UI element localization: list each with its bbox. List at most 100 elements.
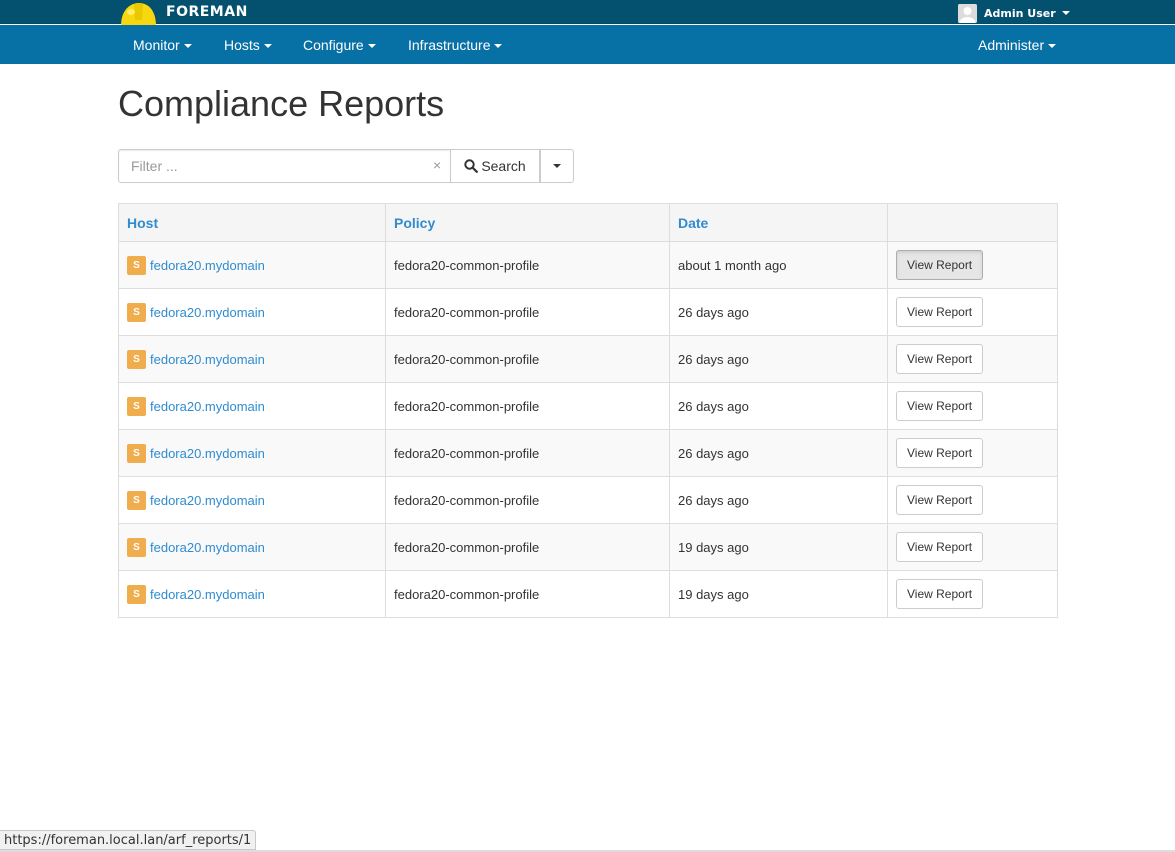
status-badge: S	[127, 490, 146, 510]
status-badge: S	[127, 255, 146, 275]
view-report-button[interactable]: View Report	[896, 532, 984, 562]
status-badge: S	[127, 537, 146, 557]
compliance-reports-table: Host Policy Date Sfedora20.mydomain fedo…	[118, 203, 1058, 618]
clear-filter-icon[interactable]: ×	[433, 157, 441, 173]
host-cell: Sfedora20.mydomain	[118, 241, 386, 289]
nav-item-monitor[interactable]: Monitor	[133, 25, 192, 64]
host-link[interactable]: fedora20.mydomain	[150, 399, 265, 414]
host-link[interactable]: fedora20.mydomain	[150, 446, 265, 461]
column-header-policy: Policy	[385, 203, 670, 242]
policy-cell: fedora20-common-profile	[385, 476, 670, 524]
date-cell: 26 days ago	[669, 335, 888, 383]
nav-item-configure[interactable]: Configure	[303, 25, 376, 64]
view-report-button[interactable]: View Report	[896, 485, 984, 515]
view-report-button[interactable]: View Report	[896, 391, 984, 421]
search-dropdown-button[interactable]	[540, 149, 574, 183]
action-cell: View Report	[887, 570, 1058, 618]
search-icon	[464, 159, 479, 173]
brand-name[interactable]: FOREMAN	[166, 4, 248, 20]
host-link[interactable]: fedora20.mydomain	[150, 493, 265, 508]
nav-item-label: Administer	[978, 37, 1045, 53]
main-nav: Monitor Hosts Configure Infrastructure A…	[0, 25, 1175, 64]
chevron-down-icon	[263, 44, 272, 49]
top-bar: FOREMAN Admin User	[0, 0, 1175, 32]
date-cell: 26 days ago	[669, 476, 888, 524]
table-header-row: Host Policy Date	[118, 203, 1058, 242]
view-report-button[interactable]: View Report	[896, 297, 984, 327]
policy-cell: fedora20-common-profile	[385, 429, 670, 477]
nav-item-administer[interactable]: Administer	[978, 25, 1057, 64]
nav-item-infrastructure[interactable]: Infrastructure	[408, 25, 503, 64]
status-badge: S	[127, 584, 146, 604]
policy-cell: fedora20-common-profile	[385, 570, 670, 618]
status-badge: S	[127, 396, 146, 416]
search-button[interactable]: Search	[451, 149, 540, 183]
table-row: Sfedora20.mydomain fedora20-common-profi…	[118, 288, 1058, 336]
column-header-host: Host	[118, 203, 386, 242]
host-link[interactable]: fedora20.mydomain	[150, 305, 265, 320]
host-link[interactable]: fedora20.mydomain	[150, 352, 265, 367]
nav-item-label: Monitor	[133, 37, 180, 53]
policy-cell: fedora20-common-profile	[385, 241, 670, 289]
user-avatar-icon	[958, 3, 977, 23]
action-cell: View Report	[887, 335, 1058, 383]
link-preview-url: https://foreman.local.lan/arf_reports/1	[0, 830, 257, 850]
nav-item-label: Hosts	[224, 37, 260, 53]
date-cell: 26 days ago	[669, 288, 888, 336]
filter-input[interactable]	[118, 149, 451, 183]
chevron-down-icon	[183, 44, 192, 49]
host-link[interactable]: fedora20.mydomain	[150, 587, 265, 602]
date-cell: 19 days ago	[669, 570, 888, 618]
action-cell: View Report	[887, 288, 1058, 336]
policy-cell: fedora20-common-profile	[385, 523, 670, 571]
chevron-down-icon	[1048, 44, 1057, 49]
action-cell: View Report	[887, 523, 1058, 571]
nav-item-hosts[interactable]: Hosts	[224, 25, 272, 64]
policy-cell: fedora20-common-profile	[385, 382, 670, 430]
sort-date-link[interactable]: Date	[678, 215, 708, 231]
action-cell: View Report	[887, 241, 1058, 289]
table-row: Sfedora20.mydomain fedora20-common-profi…	[118, 523, 1058, 571]
status-badge: S	[127, 443, 146, 463]
page-title: Compliance Reports	[118, 83, 445, 124]
sort-policy-link[interactable]: Policy	[394, 215, 435, 231]
view-report-button[interactable]: View Report	[896, 579, 984, 609]
host-cell: Sfedora20.mydomain	[118, 570, 386, 618]
host-cell: Sfedora20.mydomain	[118, 476, 386, 524]
table-row: Sfedora20.mydomain fedora20-common-profi…	[118, 335, 1058, 383]
chevron-down-icon	[367, 44, 376, 49]
host-link[interactable]: fedora20.mydomain	[150, 258, 265, 273]
sort-host-link[interactable]: Host	[127, 215, 158, 231]
host-cell: Sfedora20.mydomain	[118, 288, 386, 336]
table-row: Sfedora20.mydomain fedora20-common-profi…	[118, 476, 1058, 524]
user-menu[interactable]: Admin User	[958, 3, 1070, 23]
host-cell: Sfedora20.mydomain	[118, 335, 386, 383]
view-report-button[interactable]: View Report	[896, 250, 984, 280]
search-bar: × Search	[118, 149, 574, 183]
policy-cell: fedora20-common-profile	[385, 288, 670, 336]
table-row: Sfedora20.mydomain fedora20-common-profi…	[118, 382, 1058, 430]
date-cell: 19 days ago	[669, 523, 888, 571]
column-header-date: Date	[669, 203, 888, 242]
date-cell: 26 days ago	[669, 382, 888, 430]
host-cell: Sfedora20.mydomain	[118, 523, 386, 571]
chevron-down-icon	[1061, 11, 1070, 15]
date-cell: about 1 month ago	[669, 241, 888, 289]
view-report-button[interactable]: View Report	[896, 344, 984, 374]
chevron-down-icon	[494, 44, 503, 49]
action-cell: View Report	[887, 476, 1058, 524]
policy-cell: fedora20-common-profile	[385, 335, 670, 383]
action-cell: View Report	[887, 382, 1058, 430]
host-link[interactable]: fedora20.mydomain	[150, 540, 265, 555]
date-cell: 26 days ago	[669, 429, 888, 477]
caret-down-icon	[553, 164, 561, 168]
nav-item-label: Infrastructure	[408, 37, 491, 53]
user-name: Admin User	[984, 6, 1056, 20]
view-report-button[interactable]: View Report	[896, 438, 984, 468]
table-row: Sfedora20.mydomain fedora20-common-profi…	[118, 241, 1058, 289]
host-cell: Sfedora20.mydomain	[118, 382, 386, 430]
status-badge: S	[127, 302, 146, 322]
status-badge: S	[127, 349, 146, 369]
search-button-label: Search	[481, 158, 526, 174]
column-header-actions	[887, 203, 1058, 242]
